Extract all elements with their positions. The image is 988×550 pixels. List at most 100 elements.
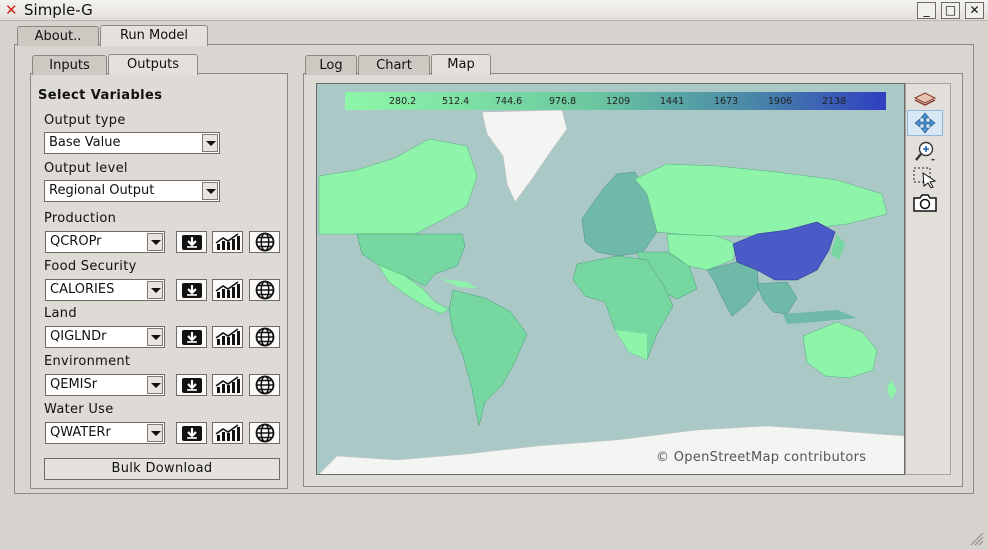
legend-label: 1441: [660, 96, 684, 107]
water-use-value: QWATERr: [50, 425, 111, 440]
production-map-button[interactable]: [249, 231, 280, 253]
chevron-down-icon[interactable]: [202, 182, 218, 200]
legend-label: 976.8: [549, 96, 576, 107]
map-attribution: © OpenStreetMap contributors: [656, 450, 867, 465]
southeast-asia: [756, 281, 798, 315]
select-button[interactable]: [907, 164, 943, 190]
indonesia: [783, 310, 857, 324]
legend-label: 512.4: [442, 96, 469, 107]
land-chart-button[interactable]: [212, 326, 243, 348]
chevron-down-icon[interactable]: [147, 328, 163, 346]
download-icon: [181, 234, 202, 250]
output-type-value: Base Value: [49, 135, 121, 150]
environment-download-button[interactable]: [176, 374, 207, 396]
water-use-map-button[interactable]: [249, 422, 280, 444]
tab-map[interactable]: Map: [431, 54, 491, 75]
environment-chart-button[interactable]: [212, 374, 243, 396]
food-security-select[interactable]: CALORIES: [45, 279, 165, 301]
tab-inputs[interactable]: Inputs: [32, 55, 107, 75]
chart-icon: [215, 281, 240, 298]
camera-button[interactable]: [907, 190, 943, 216]
world-map[interactable]: 280.2 512.4 744.6 976.8 1209 1441 1673 1…: [316, 83, 905, 475]
environment-select[interactable]: QEMISr: [45, 374, 165, 396]
food-security-chart-button[interactable]: [212, 279, 243, 301]
land-map-button[interactable]: [249, 326, 280, 348]
chart-icon: [215, 376, 240, 393]
tab-outputs[interactable]: Outputs: [108, 54, 198, 75]
window-title: Simple-G: [24, 1, 93, 19]
usa: [356, 233, 466, 287]
globe-icon: [255, 232, 274, 252]
tab-chart[interactable]: Chart: [358, 55, 430, 75]
resize-grip-icon: [970, 532, 984, 546]
legend-label: 1906: [768, 96, 792, 107]
water-use-select[interactable]: QWATERr: [45, 422, 165, 444]
food-security-map-button[interactable]: [249, 279, 280, 301]
legend-label: 1673: [714, 96, 738, 107]
south-asia: [706, 261, 760, 317]
map-canvas: 280.2 512.4 744.6 976.8 1209 1441 1673 1…: [318, 92, 904, 474]
canada: [318, 138, 478, 235]
chevron-down-icon[interactable]: [147, 281, 163, 299]
caribbean: [442, 279, 477, 288]
title-bar: ✕ Simple-G _ □ ✕: [0, 0, 988, 21]
food-security-download-button[interactable]: [176, 279, 207, 301]
greenland: [481, 109, 568, 203]
tab-about[interactable]: About..: [17, 26, 99, 46]
zoom-button[interactable]: [907, 138, 943, 164]
water-use-download-button[interactable]: [176, 422, 207, 444]
environment-value: QEMISr: [50, 377, 98, 392]
layers-icon: [913, 92, 937, 106]
globe-icon: [255, 327, 274, 347]
select-variables-heading: Select Variables: [38, 88, 163, 103]
bulk-download-button[interactable]: Bulk Download: [44, 458, 280, 480]
legend-labels: 280.2 512.4 744.6 976.8 1209 1441 1673 1…: [389, 96, 846, 107]
output-type-label: Output type: [44, 113, 126, 128]
maximize-button[interactable]: □: [941, 2, 960, 19]
legend-label: 2138: [822, 96, 846, 107]
water-use-chart-button[interactable]: [212, 422, 243, 444]
russia: [634, 163, 888, 237]
land-value: QIGLNDr: [50, 329, 107, 344]
globe-icon: [255, 375, 274, 395]
tab-log[interactable]: Log: [305, 55, 357, 75]
app-logo-icon: ✕: [5, 1, 18, 19]
chart-icon: [215, 233, 240, 250]
production-download-button[interactable]: [176, 231, 207, 253]
resize-grip[interactable]: [968, 530, 984, 546]
close-button[interactable]: ✕: [965, 2, 984, 19]
chevron-down-icon[interactable]: [147, 233, 163, 251]
camera-icon: [913, 194, 937, 212]
production-value: QCROPr: [50, 234, 102, 249]
chart-icon: [215, 424, 240, 441]
output-level-select[interactable]: Regional Output: [44, 180, 220, 202]
layers-button[interactable]: [907, 85, 943, 111]
output-type-select[interactable]: Base Value: [44, 132, 220, 154]
minimize-button[interactable]: _: [917, 2, 936, 19]
production-label: Production: [44, 211, 117, 226]
land-select[interactable]: QIGLNDr: [45, 326, 165, 348]
australia: [802, 321, 878, 379]
food-security-value: CALORIES: [50, 282, 115, 297]
chevron-down-icon[interactable]: [147, 376, 163, 394]
environment-map-button[interactable]: [249, 374, 280, 396]
legend-label: 744.6: [495, 96, 522, 107]
globe-icon: [255, 280, 274, 300]
pan-icon: [914, 112, 936, 134]
output-level-value: Regional Output: [49, 183, 155, 198]
land-label: Land: [44, 306, 77, 321]
pan-button[interactable]: [907, 110, 943, 136]
land-download-button[interactable]: [176, 326, 207, 348]
download-icon: [181, 282, 202, 298]
legend-label: 280.2: [389, 96, 416, 107]
production-select[interactable]: QCROPr: [45, 231, 165, 253]
globe-icon: [255, 423, 274, 443]
southern-africa: [615, 330, 647, 360]
production-chart-button[interactable]: [212, 231, 243, 253]
water-use-label: Water Use: [44, 402, 114, 417]
tab-run-model[interactable]: Run Model: [100, 25, 208, 46]
download-icon: [181, 425, 202, 441]
chevron-down-icon[interactable]: [147, 424, 163, 442]
chart-icon: [215, 328, 240, 345]
chevron-down-icon[interactable]: [202, 134, 218, 152]
